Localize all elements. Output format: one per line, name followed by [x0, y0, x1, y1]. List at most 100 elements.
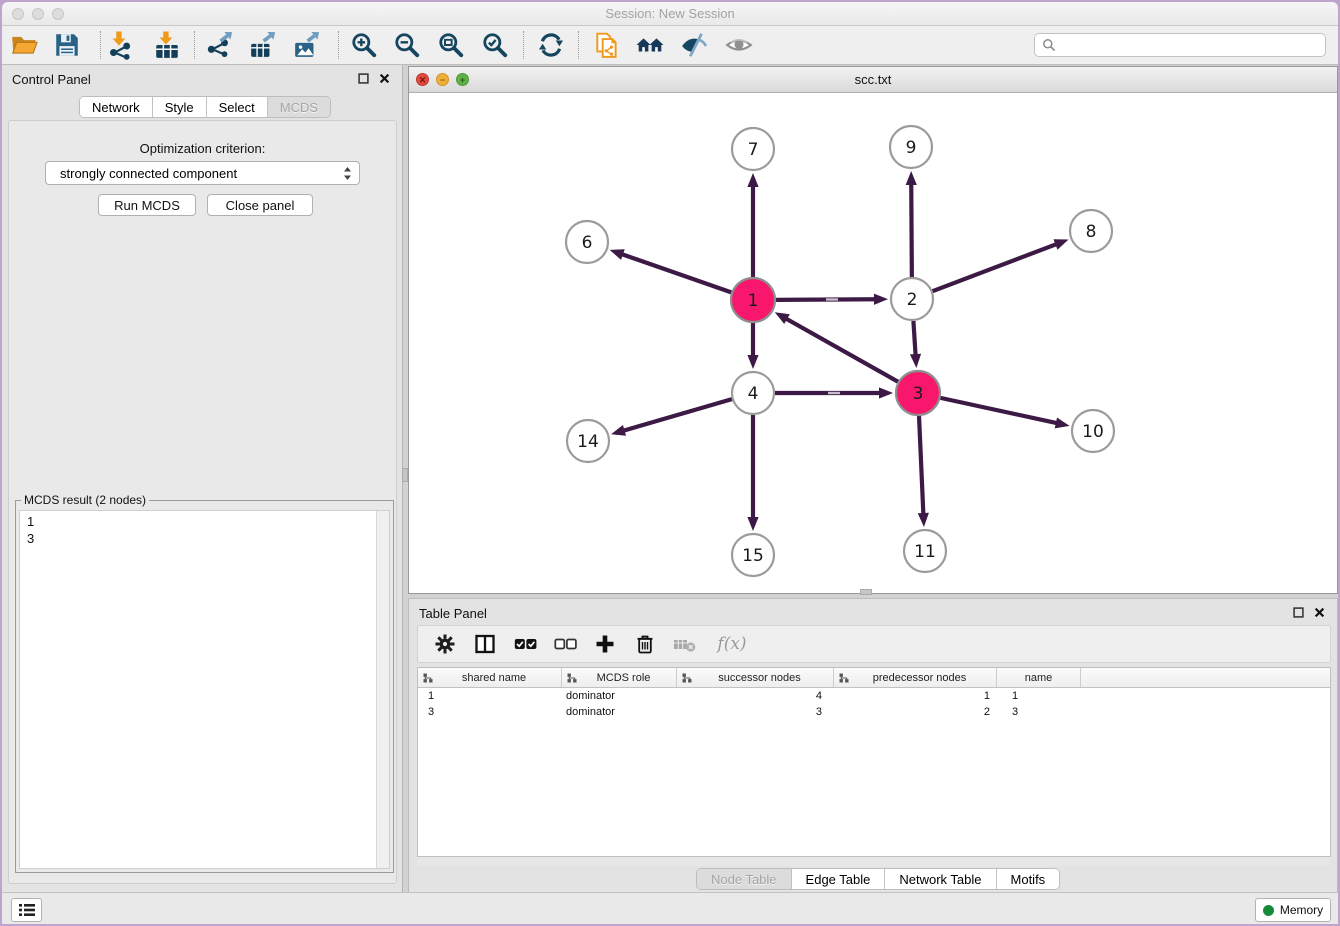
hide-eye-icon	[680, 31, 708, 59]
graph-node-4[interactable]: 4	[732, 372, 774, 414]
table-panel-title: Table Panel	[419, 606, 487, 621]
graph-edge-3-1[interactable]	[775, 312, 898, 381]
float-panel-icon[interactable]	[358, 73, 369, 84]
task-history-button[interactable]	[11, 898, 42, 922]
graph-node-6[interactable]: 6	[566, 221, 608, 263]
graph-node-11[interactable]: 11	[904, 530, 946, 572]
column-header-name[interactable]: name	[997, 668, 1081, 687]
select-all-button[interactable]	[512, 631, 538, 657]
graph-edge-1-6[interactable]	[610, 249, 732, 292]
refresh-button[interactable]	[534, 28, 568, 62]
svg-text:1: 1	[748, 291, 759, 311]
delete-column-button[interactable]	[632, 631, 658, 657]
columns-icon	[474, 633, 496, 655]
delete-table-icon	[673, 633, 697, 655]
graph-node-14[interactable]: 14	[567, 420, 609, 462]
graph-node-7[interactable]: 7	[732, 128, 774, 170]
close-panel-button[interactable]: Close panel	[207, 194, 313, 216]
export-table-button[interactable]	[246, 28, 280, 62]
graph-node-2[interactable]: 2	[891, 278, 933, 320]
export-network-button[interactable]	[203, 28, 237, 62]
table-panel: Table Panel	[408, 598, 1338, 892]
table-row[interactable]: 1 dominator 4 1 1	[418, 688, 1330, 704]
memory-button[interactable]: Memory	[1255, 898, 1331, 922]
table-toolbar: f(x)	[417, 625, 1331, 663]
graph-node-10[interactable]: 10	[1072, 410, 1114, 452]
deselect-all-button[interactable]	[552, 631, 578, 657]
network-view-window: ✕ − + scc.txt 7968124314101511	[408, 66, 1338, 594]
save-session-button[interactable]	[50, 28, 84, 62]
table-header-row: shared name MCDS role successor nodes pr…	[418, 668, 1330, 688]
graph-edge-2-8[interactable]	[933, 239, 1069, 291]
export-table-icon	[249, 31, 277, 59]
float-panel-icon[interactable]	[1293, 607, 1304, 618]
table-horizontal-scrollbar[interactable]	[417, 857, 1331, 866]
column-header-predecessor-nodes[interactable]: predecessor nodes	[834, 668, 997, 687]
vertical-splitter-grip[interactable]	[402, 468, 408, 482]
graph-edge-4-14[interactable]	[611, 399, 732, 436]
column-header-shared-name[interactable]: shared name	[418, 668, 562, 687]
application-window: Session: New Session	[2, 2, 1338, 924]
graph-node-15[interactable]: 15	[732, 534, 774, 576]
graph-edge-2-9[interactable]	[906, 171, 917, 277]
show-graphics-button[interactable]	[722, 28, 756, 62]
save-icon	[53, 31, 81, 59]
close-panel-icon[interactable]	[379, 73, 390, 84]
graph-edge-1-7[interactable]	[747, 173, 758, 277]
criterion-select[interactable]: strongly connected component	[45, 161, 360, 185]
zoom-out-button[interactable]	[390, 28, 424, 62]
delete-table-button-disabled	[672, 631, 698, 657]
toolbar-separator	[194, 31, 195, 59]
fx-icon: f(x)	[717, 634, 746, 654]
result-scrollbar[interactable]	[376, 511, 389, 868]
home-views-button[interactable]	[633, 28, 667, 62]
tab-node-table[interactable]: Node Table	[697, 869, 792, 889]
tab-network-table[interactable]: Network Table	[885, 869, 996, 889]
graph-node-9[interactable]: 9	[890, 126, 932, 168]
import-network-icon	[106, 31, 134, 59]
graph-node-3[interactable]: 3	[896, 371, 940, 415]
graph-edge-1-4[interactable]	[747, 323, 758, 369]
tab-mcds[interactable]: MCDS	[268, 97, 330, 117]
import-network-button[interactable]	[103, 28, 137, 62]
open-session-button[interactable]	[7, 28, 41, 62]
table-settings-button[interactable]	[432, 631, 458, 657]
show-columns-button[interactable]	[472, 631, 498, 657]
zoom-in-button[interactable]	[347, 28, 381, 62]
zoom-selected-button[interactable]	[478, 28, 512, 62]
column-header-mcds-role[interactable]: MCDS role	[562, 668, 677, 687]
mcds-result-box: MCDS result (2 nodes) 1 3	[15, 493, 394, 873]
graph-edge-4-15[interactable]	[747, 415, 758, 531]
import-table-button[interactable]	[150, 28, 184, 62]
create-column-button[interactable]	[592, 631, 618, 657]
toolbar-separator	[100, 31, 101, 59]
graph-node-1[interactable]: 1	[731, 278, 775, 322]
search-input[interactable]	[1061, 38, 1325, 52]
graph-edge-3-10[interactable]	[940, 398, 1069, 429]
tab-style[interactable]: Style	[153, 97, 207, 117]
tab-edge-table[interactable]: Edge Table	[792, 869, 886, 889]
close-panel-icon[interactable]	[1314, 607, 1325, 618]
result-line: 3	[27, 530, 389, 547]
graph-edge-2-3[interactable]	[910, 321, 921, 368]
graph-edge-1-2[interactable]	[776, 294, 888, 305]
tab-select[interactable]: Select	[207, 97, 268, 117]
column-header-successor-nodes[interactable]: successor nodes	[677, 668, 834, 687]
network-graph-canvas[interactable]: 7 9 6 8 1 2 4 3 14 10 15 11	[409, 93, 1337, 594]
copy-network-button[interactable]	[590, 28, 624, 62]
svg-text:11: 11	[914, 542, 936, 562]
svg-text:10: 10	[1082, 422, 1104, 442]
graph-node-8[interactable]: 8	[1070, 210, 1112, 252]
table-row[interactable]: 3 dominator 3 2 3	[418, 704, 1330, 720]
tab-network[interactable]: Network	[80, 97, 153, 117]
tab-motifs[interactable]: Motifs	[997, 869, 1060, 889]
hide-graphics-button[interactable]	[677, 28, 711, 62]
export-image-button[interactable]	[290, 28, 324, 62]
graph-edge-3-11[interactable]	[918, 416, 929, 527]
zoom-fit-button[interactable]	[434, 28, 468, 62]
horizontal-splitter-grip[interactable]	[860, 589, 872, 595]
graph-edge-4-3[interactable]	[775, 387, 893, 398]
run-mcds-button[interactable]: Run MCDS	[98, 194, 196, 216]
search-box[interactable]	[1034, 33, 1326, 57]
home-icon	[636, 31, 664, 59]
